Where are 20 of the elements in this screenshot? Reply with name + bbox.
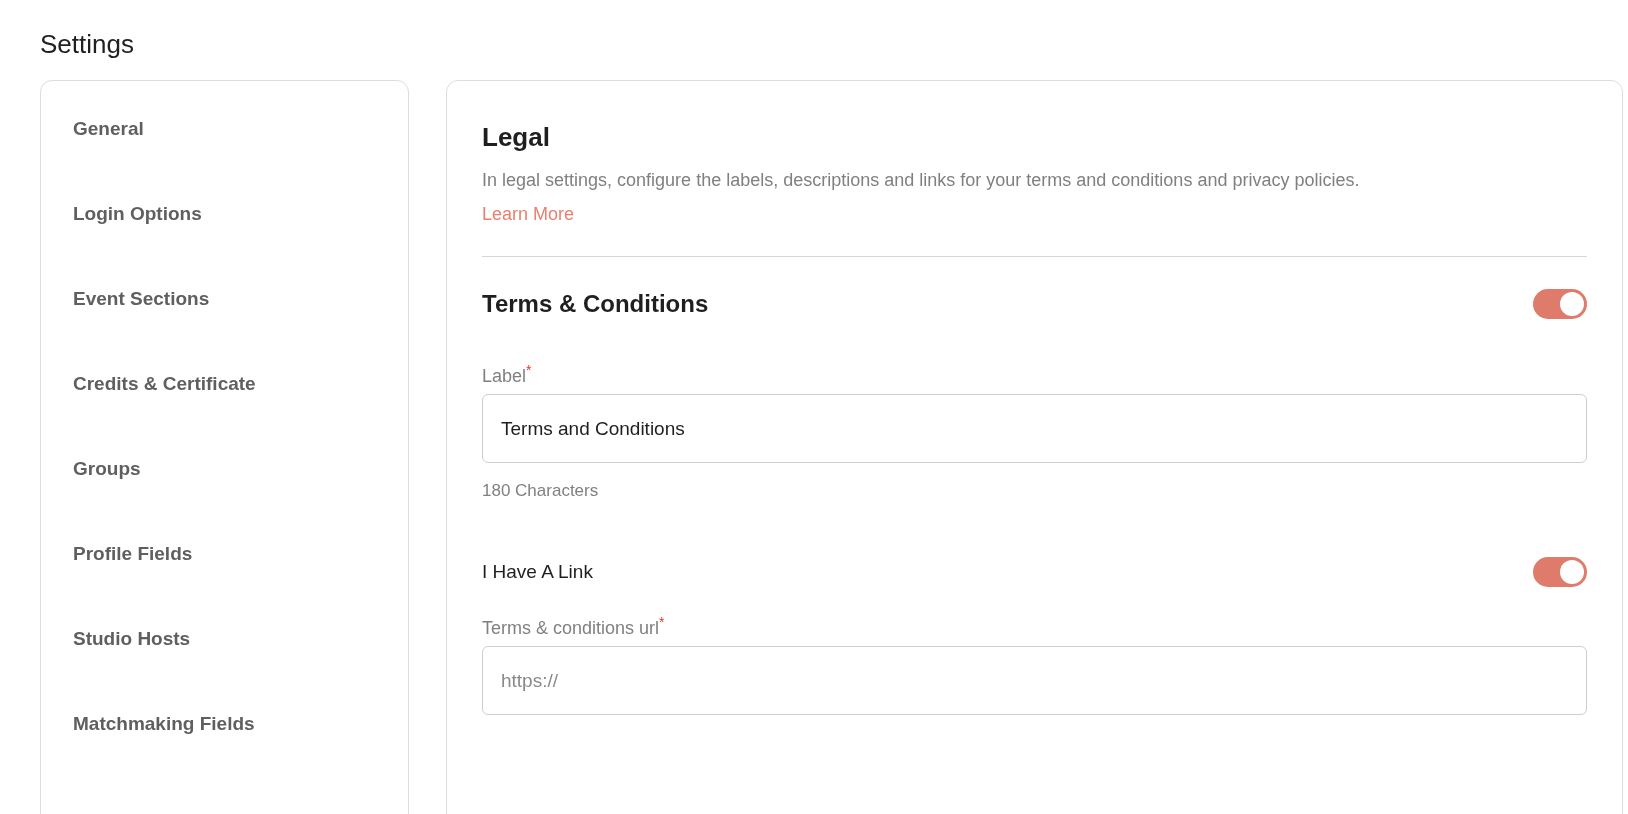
- page-title: Settings: [40, 28, 135, 61]
- section-title: Legal: [482, 121, 551, 153]
- field-label: Terms & conditions url$^{*}$: [482, 613, 665, 639]
- sidebar-item[interactable]: Studio Hosts: [73, 627, 191, 650]
- character-limit-hint: 180 Characters: [482, 481, 599, 501]
- sidebar-item[interactable]: Profile Fields: [73, 542, 193, 565]
- label-input-field[interactable]: Terms and Conditions: [482, 394, 1587, 463]
- sidebar-item[interactable]: Login Options: [73, 202, 202, 225]
- sidebar-item[interactable]: Matchmaking Fields: [73, 712, 255, 735]
- field-label: Label$^{*}$: [482, 361, 532, 387]
- subsection-title: Terms & Conditions: [482, 289, 709, 319]
- toggle-switch[interactable]: [1533, 289, 1587, 319]
- sidebar-item[interactable]: Event Sections: [73, 287, 210, 310]
- section-description: In legal settings, configure the labels, descriptions and links for your terms and conditions and privacy policies.: [482, 169, 1361, 191]
- toggle-switch[interactable]: [1533, 557, 1587, 587]
- sidebar-item[interactable]: General: [73, 117, 144, 140]
- sidebar-item[interactable]: Credits & Certificate: [73, 372, 256, 395]
- toggle-label: I Have A Link: [482, 561, 593, 583]
- url-input-field[interactable]: https://: [482, 646, 1587, 715]
- sidebar-item[interactable]: Groups: [73, 457, 141, 480]
